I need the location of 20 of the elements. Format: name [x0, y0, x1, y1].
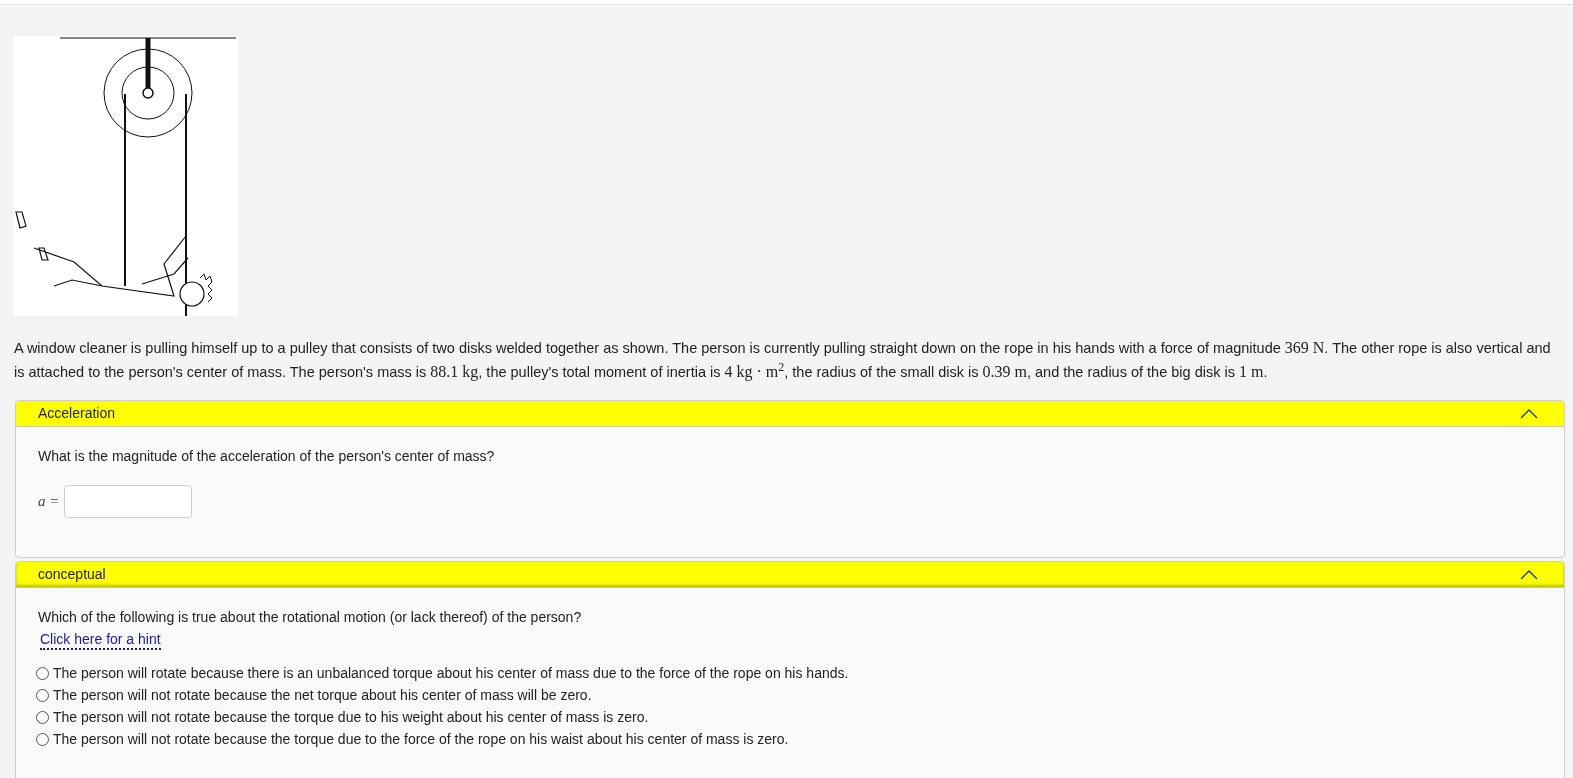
- problem-text: A window cleaner is pulling himself up to a pulley that consists of two disks welded together as shown. The person is currently pulling straight down on the rope in his hands with a force of magnitude 369 N. The other rope is also vertical and is attached to the person's center of mass. The person's mass is 88.1 kg, the pulley's total moment of inertia is 4 kg · m$^{2}$, the radius of the small disk is 0.39 m, and the radius of the big disk is 1 m.: [14, 338, 1552, 383]
- panel-title: conceptual: [38, 565, 106, 584]
- panel-header[interactable]: conceptual: [16, 562, 1564, 588]
- radio-button[interactable]: [36, 688, 49, 702]
- answer-field[interactable]: [64, 485, 193, 518]
- radio-button[interactable]: [36, 732, 49, 746]
- option-label: The person will not rotate because the net torque about his center of mass will be zero.: [53, 685, 592, 705]
- question-text: What is the magnitude of the acceleration of the person's center of mass?: [38, 447, 496, 466]
- chevron-icon: [1520, 569, 1538, 580]
- radio-button[interactable]: [36, 710, 49, 724]
- chevron-icon: [1520, 408, 1538, 419]
- hint-link[interactable]: Click here for a hint: [40, 630, 161, 650]
- panel-header[interactable]: Acceleration: [16, 401, 1564, 427]
- option-label: The person will rotate because there is an unbalanced torque about his center of mass due to the force of the rope on his hands.: [53, 663, 849, 683]
- variable-label: a =: [38, 492, 60, 512]
- question-text: Which of the following is true about the rotational motion (or lack thereof) of the person?: [38, 608, 583, 627]
- option-label: The person will not rotate because the torque due to the force of the rope on his waist about his center of mass is zero.: [53, 729, 789, 749]
- panel-title: Acceleration: [38, 404, 116, 423]
- radio-button[interactable]: [36, 666, 49, 680]
- option-label: The person will not rotate because the torque due to his weight about his center of mass is zero.: [53, 707, 649, 727]
